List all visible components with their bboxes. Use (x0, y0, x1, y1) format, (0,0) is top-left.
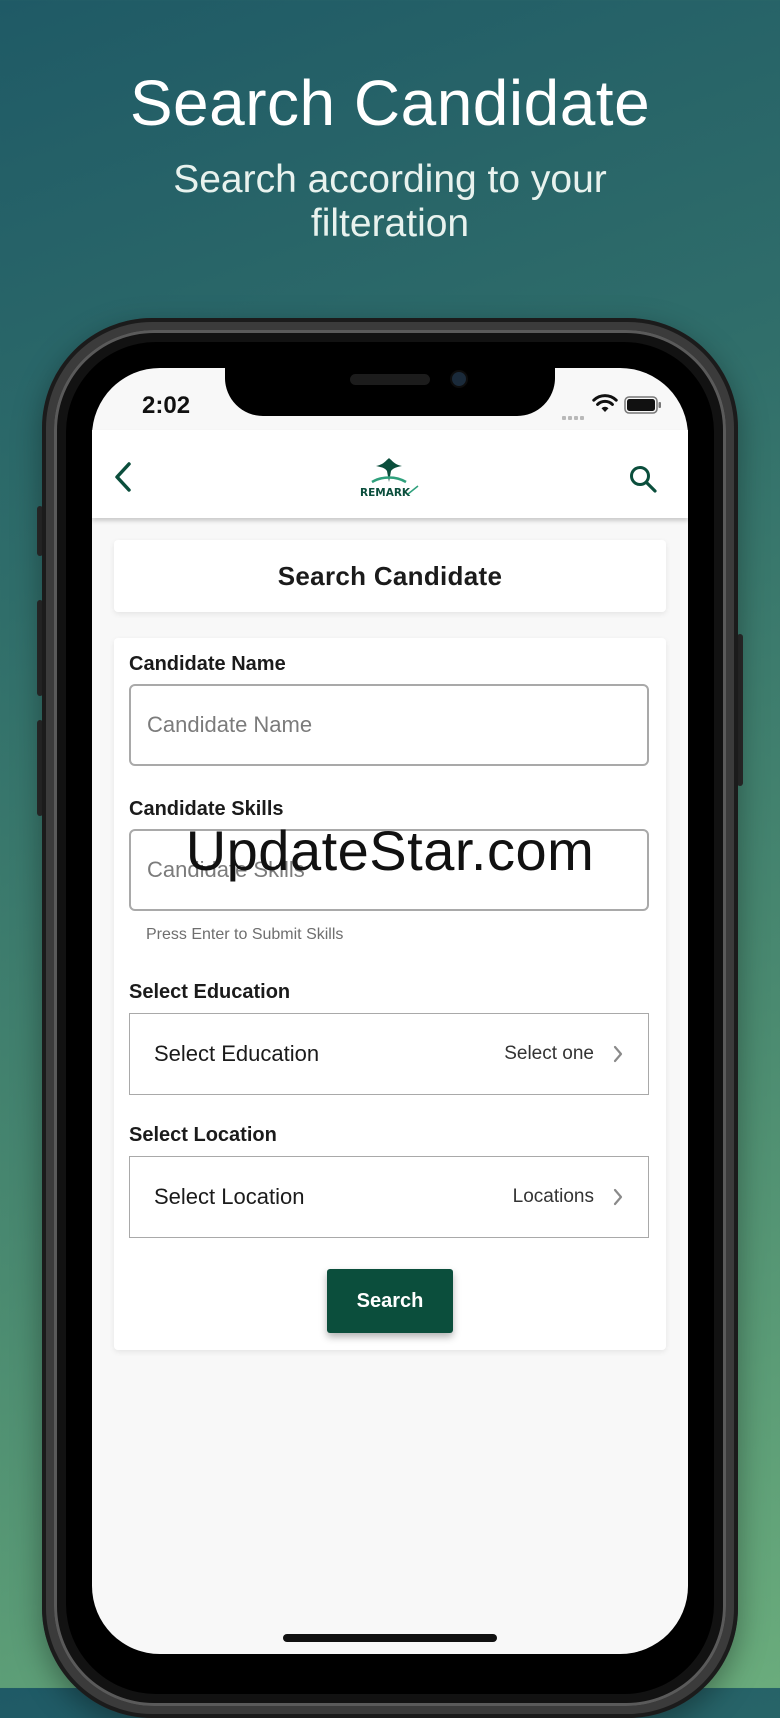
candidate-name-input[interactable] (129, 684, 649, 766)
location-select[interactable]: Select Location Locations (129, 1156, 649, 1238)
candidate-name-label: Candidate Name (129, 653, 286, 675)
chevron-left-icon[interactable] (112, 460, 134, 494)
location-select-title: Select Location (154, 1184, 305, 1209)
education-select-value: Select one (504, 1043, 594, 1064)
status-time: 2:02 (142, 392, 191, 419)
remark-logo: REMARK (360, 458, 419, 499)
search-icon[interactable] (628, 464, 658, 494)
education-select-title: Select Education (154, 1041, 320, 1066)
phone-speaker (350, 374, 430, 385)
wifi-icon (592, 394, 618, 412)
promo-headline: Search Candidate (129, 67, 651, 139)
search-button[interactable]: Search (327, 1269, 453, 1333)
chevron-right-icon (613, 1045, 623, 1063)
battery-icon (624, 396, 661, 414)
skills-helper-text: Press Enter to Submit Skills (146, 926, 344, 943)
location-select-value: Locations (512, 1186, 594, 1207)
cellular-signal-icon (562, 407, 588, 420)
location-label: Select Location (129, 1124, 277, 1146)
education-label: Select Education (129, 981, 291, 1003)
chevron-right-icon (613, 1188, 623, 1206)
page-title: Search Candidate (277, 560, 503, 591)
education-select[interactable]: Select Education Select one (129, 1013, 649, 1095)
promo-subheadline: Search according to your filteration (173, 158, 607, 245)
page-title-card: Search Candidate (114, 540, 666, 612)
logo-text: REMARK (360, 487, 411, 499)
front-camera (452, 372, 466, 386)
home-indicator[interactable] (283, 1634, 497, 1642)
watermark-text: UpdateStar.com (185, 819, 595, 882)
